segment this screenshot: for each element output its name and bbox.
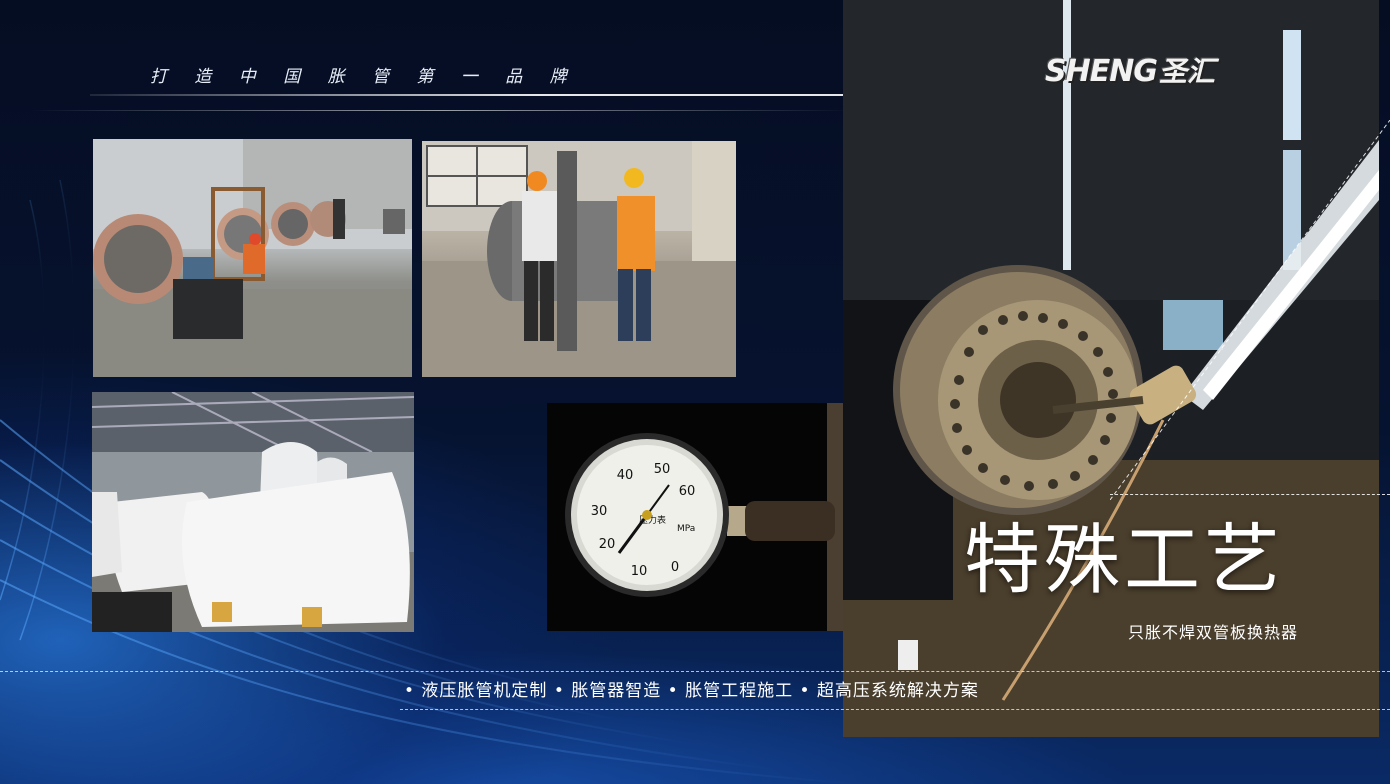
footer-divider-bottom <box>400 709 1390 710</box>
logo-chinese: 圣汇 <box>1158 55 1215 88</box>
hero-title: 特殊工艺 <box>964 515 1284 604</box>
header-divider-secondary <box>30 110 850 111</box>
photo-wrapped-vessels <box>92 392 414 632</box>
brand-logo: SHENG圣汇 <box>1045 50 1215 90</box>
photo-workshop-tube-sheets <box>93 139 412 377</box>
gauge-tick: 10 <box>631 564 648 579</box>
hero-diagonal-line <box>1110 120 1390 500</box>
gauge-tick: 40 <box>617 468 634 483</box>
photo-workers-expanding-tubes <box>422 141 736 377</box>
gauge-tick: 20 <box>599 537 616 552</box>
photo-pressure-gauge: 0 10 20 30 40 50 60 MPa 压力表 <box>547 403 856 631</box>
gauge-unit: MPa <box>677 524 695 534</box>
gauge-tick: 60 <box>679 484 696 499</box>
logo-latin: SHENG <box>1045 54 1158 89</box>
services-list: • 液压胀管机定制 • 胀管器智造 • 胀管工程施工 • 超高压系统解决方案 <box>404 681 979 701</box>
footer-divider-top <box>0 671 1390 672</box>
hero-subtitle: 只胀不焊双管板换热器 <box>1128 623 1299 642</box>
gauge-tick: 30 <box>591 504 608 519</box>
gauge-tick: 50 <box>654 462 671 477</box>
gauge-tick: 0 <box>671 560 679 575</box>
brand-tagline: 打 造 中 国 胀 管 第 一 品 牌 <box>150 67 578 87</box>
